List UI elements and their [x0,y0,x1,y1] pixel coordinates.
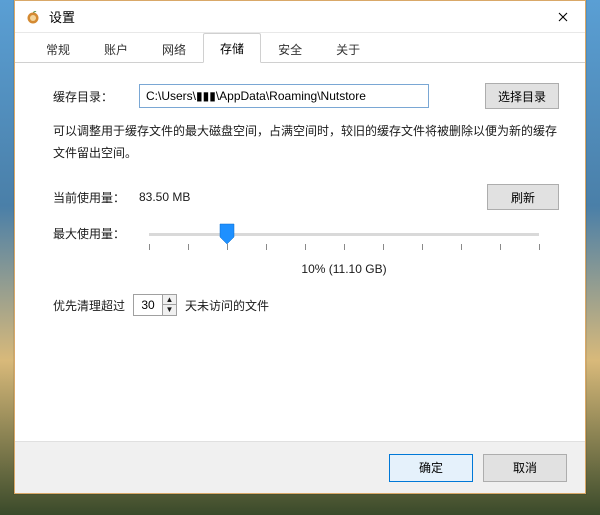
slider-thumb[interactable] [218,223,236,245]
nutstore-icon [25,9,41,25]
max-usage-row: 最大使用量： 10% (11.10 GB) [53,222,559,276]
tabstrip: 常规 账户 网络 存储 安全 关于 [15,33,585,63]
tab-storage[interactable]: 存储 [203,33,261,63]
spinner-down-button[interactable]: ▼ [163,305,176,315]
refresh-button[interactable]: 刷新 [487,184,559,210]
max-usage-slider[interactable]: 10% (11.10 GB) [139,222,559,276]
dialog-footer: 确定 取消 [15,441,585,493]
tab-about[interactable]: 关于 [319,34,377,63]
tab-general[interactable]: 常规 [29,34,87,63]
chevron-down-icon: ▼ [166,306,174,314]
tab-network[interactable]: 网络 [145,34,203,63]
cleanup-suffix: 天未访问的文件 [185,297,269,314]
spinner-up-button[interactable]: ▲ [163,295,176,305]
current-usage-row: 当前使用量： 83.50 MB 刷新 [53,184,559,210]
slider-caption: 10% (11.10 GB) [149,262,539,276]
slider-ticks [149,244,539,252]
ok-button[interactable]: 确定 [389,454,473,482]
close-button[interactable] [541,1,585,33]
cache-dir-input[interactable] [139,84,429,108]
current-usage-value: 83.50 MB [139,190,190,204]
titlebar: 设置 [15,1,585,33]
cleanup-days-spinner[interactable]: ▲ ▼ [133,294,177,316]
slider-track [149,233,539,236]
max-usage-label: 最大使用量： [53,222,139,242]
close-icon [558,9,568,26]
window-title: 设置 [49,7,75,26]
cleanup-row: 优先清理超过 ▲ ▼ 天未访问的文件 [53,294,559,316]
spinner-buttons: ▲ ▼ [162,295,176,315]
current-usage-label: 当前使用量： [53,189,139,206]
cancel-button[interactable]: 取消 [483,454,567,482]
choose-dir-button[interactable]: 选择目录 [485,83,559,109]
cleanup-days-input[interactable] [134,295,162,315]
tab-content-storage: 缓存目录： 选择目录 可以调整用于缓存文件的最大磁盘空间，占满空间时，较旧的缓存… [15,63,585,441]
settings-window: 设置 常规 账户 网络 存储 安全 关于 缓存目录： 选择目录 可以调整用于缓存… [14,0,586,494]
cache-dir-row: 缓存目录： 选择目录 [53,83,559,109]
cleanup-prefix: 优先清理超过 [53,297,125,314]
tab-security[interactable]: 安全 [261,34,319,63]
tab-account[interactable]: 账户 [87,34,145,63]
chevron-up-icon: ▲ [166,296,174,304]
storage-description: 可以调整用于缓存文件的最大磁盘空间，占满空间时，较旧的缓存文件将被删除以便为新的… [53,121,559,164]
cache-dir-label: 缓存目录： [53,88,139,105]
